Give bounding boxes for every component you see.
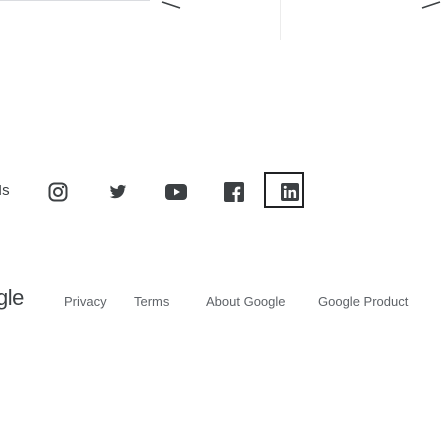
focus-highlight (264, 172, 304, 208)
arrow-icon[interactable] (160, 0, 182, 10)
footer-link-products[interactable]: Google Product (318, 294, 408, 309)
facebook-link[interactable] (216, 170, 252, 214)
instagram-icon (48, 182, 68, 202)
top-divider (0, 0, 150, 1)
youtube-icon (165, 184, 187, 200)
card-edge (280, 0, 281, 40)
instagram-link[interactable] (40, 170, 76, 214)
footer-link-terms[interactable]: Terms (134, 294, 169, 309)
footer-link-about[interactable]: About Google (206, 294, 286, 309)
facebook-icon (224, 182, 244, 202)
brand-logo-tail: gle (0, 285, 24, 310)
twitter-link[interactable] (100, 170, 136, 214)
arrow-icon[interactable] (420, 0, 442, 10)
twitter-icon (109, 184, 127, 199)
social-links (0, 170, 448, 214)
youtube-link[interactable] (158, 170, 194, 214)
footer-link-privacy[interactable]: Privacy (64, 294, 107, 309)
